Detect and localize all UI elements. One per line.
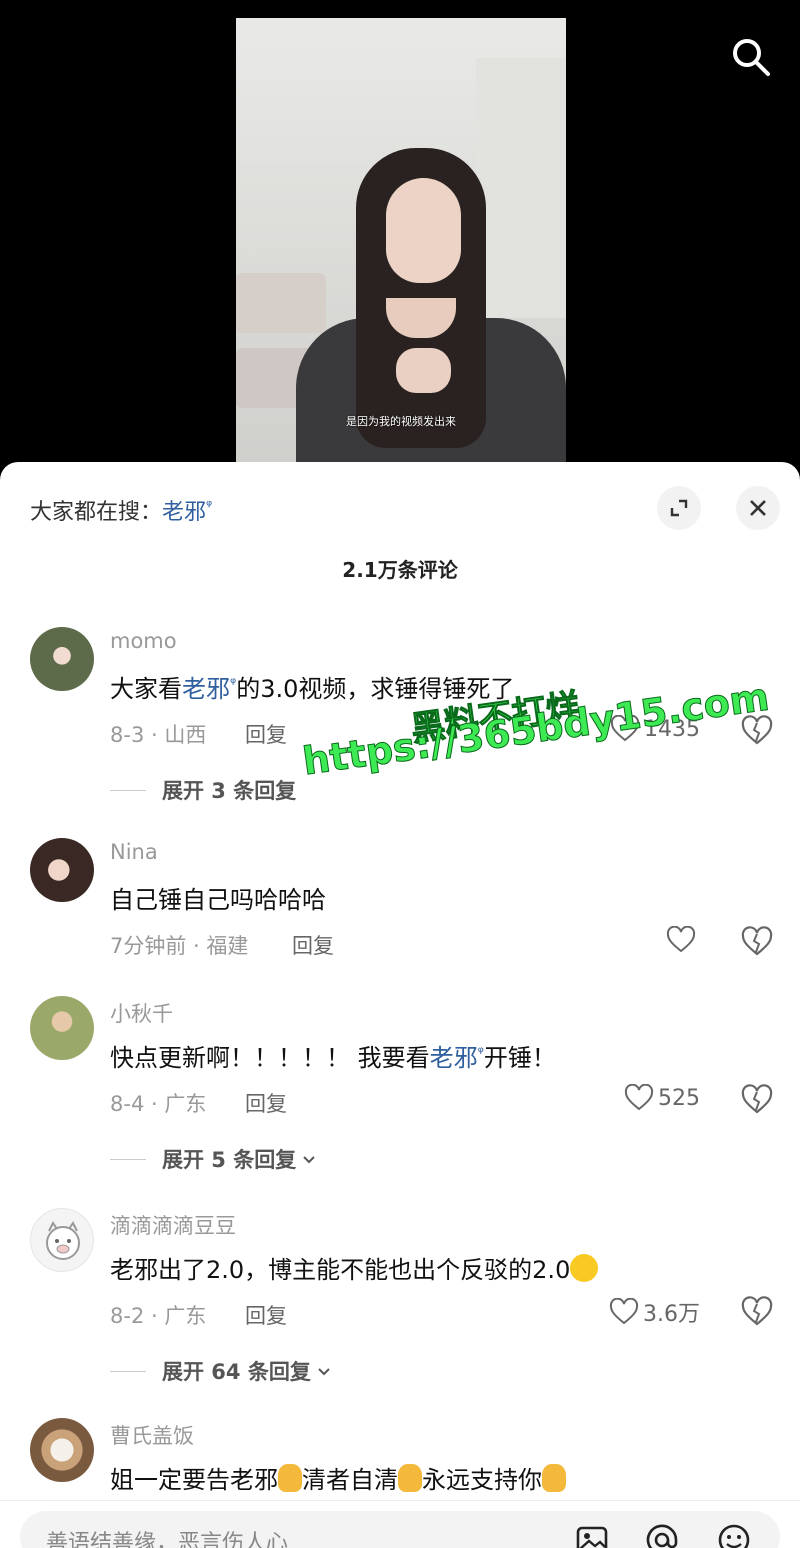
wall-shape (476, 58, 566, 318)
trending-keyword[interactable]: 老邪 (162, 500, 206, 525)
comment-meta: 8-3 · 山西 (110, 723, 207, 747)
comment-keyword-link[interactable]: 老邪 (430, 1044, 478, 1072)
plush-shelf (236, 273, 326, 333)
thumbs-up-emoji-icon (278, 1464, 302, 1492)
like-button[interactable]: 3.6万 (609, 1296, 700, 1328)
like-count: 3.6万 (643, 1302, 700, 1327)
divider (110, 1370, 146, 1372)
comment-meta: 8-2 · 广东 (110, 1304, 207, 1328)
heart-icon (666, 926, 696, 953)
reply-button[interactable]: 回复 (245, 1300, 287, 1330)
expand-replies-label: 展开 64 条回复 (162, 1360, 311, 1384)
comment-text-part: 永远支持你 (422, 1466, 542, 1494)
video-player[interactable]: 是因为我的视频发出来 (0, 0, 800, 470)
comment-panel: 大家都在搜：老邪ᵠ 2.1万条评论 momo 大家看老邪ᵠ的3.0视频，求锤得锤… (0, 462, 800, 1548)
comment-keyword-link[interactable]: 老邪 (182, 675, 230, 703)
avatar[interactable] (30, 1208, 94, 1272)
mention-icon[interactable] (645, 1523, 679, 1548)
thumbs-up-emoji-icon (542, 1464, 566, 1492)
comment-meta: 7分钟前 · 福建 (110, 934, 249, 958)
expand-replies-button[interactable]: 展开 5 条回复 (110, 1144, 318, 1174)
comment-text: 老邪出了2.0，博主能不能也出个反驳的2.0 (110, 1250, 599, 1285)
emoji-icon[interactable] (717, 1523, 751, 1548)
comment-text: 姐一定要告老邪 清者自清 永远支持你 (110, 1460, 566, 1495)
comment-input[interactable]: 善语结善缘，恶言伤人心 (20, 1511, 780, 1548)
broken-heart-icon[interactable] (740, 1084, 774, 1116)
close-icon (750, 500, 766, 516)
person-hands (396, 348, 451, 393)
expand-button[interactable] (657, 486, 701, 530)
reply-button[interactable]: 回复 (245, 1088, 287, 1118)
reply-button[interactable]: 回复 (245, 719, 287, 749)
image-icon[interactable] (575, 1523, 609, 1548)
comment-input-placeholder: 善语结善缘，恶言伤人心 (46, 1531, 289, 1548)
heart-icon (624, 1084, 654, 1111)
person-face (386, 178, 461, 283)
comment-text: 快点更新啊！！！！！ 我要看老邪ᵠ开锤！ (110, 1038, 556, 1073)
avatar[interactable] (30, 838, 94, 902)
comment-text-part: 清者自清 (302, 1466, 398, 1494)
like-button[interactable] (666, 926, 700, 954)
comment-text-part: 快点更新啊！！！！！ 我要看 (110, 1044, 430, 1072)
avatar[interactable] (30, 627, 94, 691)
comment-text-part: 大家看 (110, 675, 182, 703)
comment-meta: 8-4 · 广东 (110, 1092, 207, 1116)
comment-username[interactable]: momo (110, 629, 177, 653)
expand-replies-button[interactable]: 展开 64 条回复 (110, 1356, 333, 1386)
close-button[interactable] (736, 486, 780, 530)
trending-search[interactable]: 大家都在搜：老邪ᵠ (30, 494, 212, 526)
like-count: 525 (658, 1085, 700, 1111)
avatar[interactable] (30, 1418, 94, 1482)
comment-count: 2.1万条评论 (342, 558, 458, 582)
grin-emoji-icon (570, 1254, 599, 1282)
video-subtitle: 是因为我的视频发出来 (346, 415, 456, 428)
divider (110, 789, 146, 791)
comment-text: 自己锤自己吗哈哈哈 (110, 886, 326, 914)
chevron-down-icon (318, 1368, 330, 1376)
heart-icon (609, 1298, 639, 1325)
video-frame[interactable]: 是因为我的视频发出来 (236, 18, 566, 470)
comment-username[interactable]: 小秋千 (110, 998, 173, 1028)
broken-heart-icon[interactable] (740, 1296, 774, 1328)
expand-replies-label: 展开 3 条回复 (162, 779, 297, 803)
comment-username[interactable]: Nina (110, 840, 158, 864)
divider (110, 1158, 146, 1160)
search-icon[interactable] (728, 34, 774, 80)
broken-heart-icon[interactable] (740, 926, 774, 958)
comment-username[interactable]: 滴滴滴滴豆豆 (110, 1210, 236, 1240)
comment-text-part: 老邪出了2.0，博主能不能也出个反驳的2.0 (110, 1256, 571, 1284)
expand-icon (670, 499, 688, 517)
expand-replies-button[interactable]: 展开 3 条回复 (110, 775, 296, 805)
cartoon-cow-icon (46, 1221, 80, 1260)
comment-username[interactable]: 曹氏盖饭 (110, 1420, 194, 1450)
comment-text-part: 开锤！ (483, 1044, 556, 1072)
like-button[interactable]: 525 (624, 1084, 700, 1112)
expand-replies-label: 展开 5 条回复 (162, 1148, 297, 1172)
trending-prefix: 大家都在搜： (30, 500, 163, 525)
comment-input-bar: 善语结善缘，恶言伤人心 (0, 1500, 800, 1548)
reply-button[interactable]: 回复 (292, 930, 334, 960)
keyword-search-icon: ᵠ (206, 496, 213, 515)
avatar[interactable] (30, 996, 94, 1060)
thumbs-up-emoji-icon (398, 1464, 422, 1492)
chevron-down-icon (303, 1156, 315, 1164)
comment-text-part: 姐一定要告老邪 (110, 1466, 278, 1494)
